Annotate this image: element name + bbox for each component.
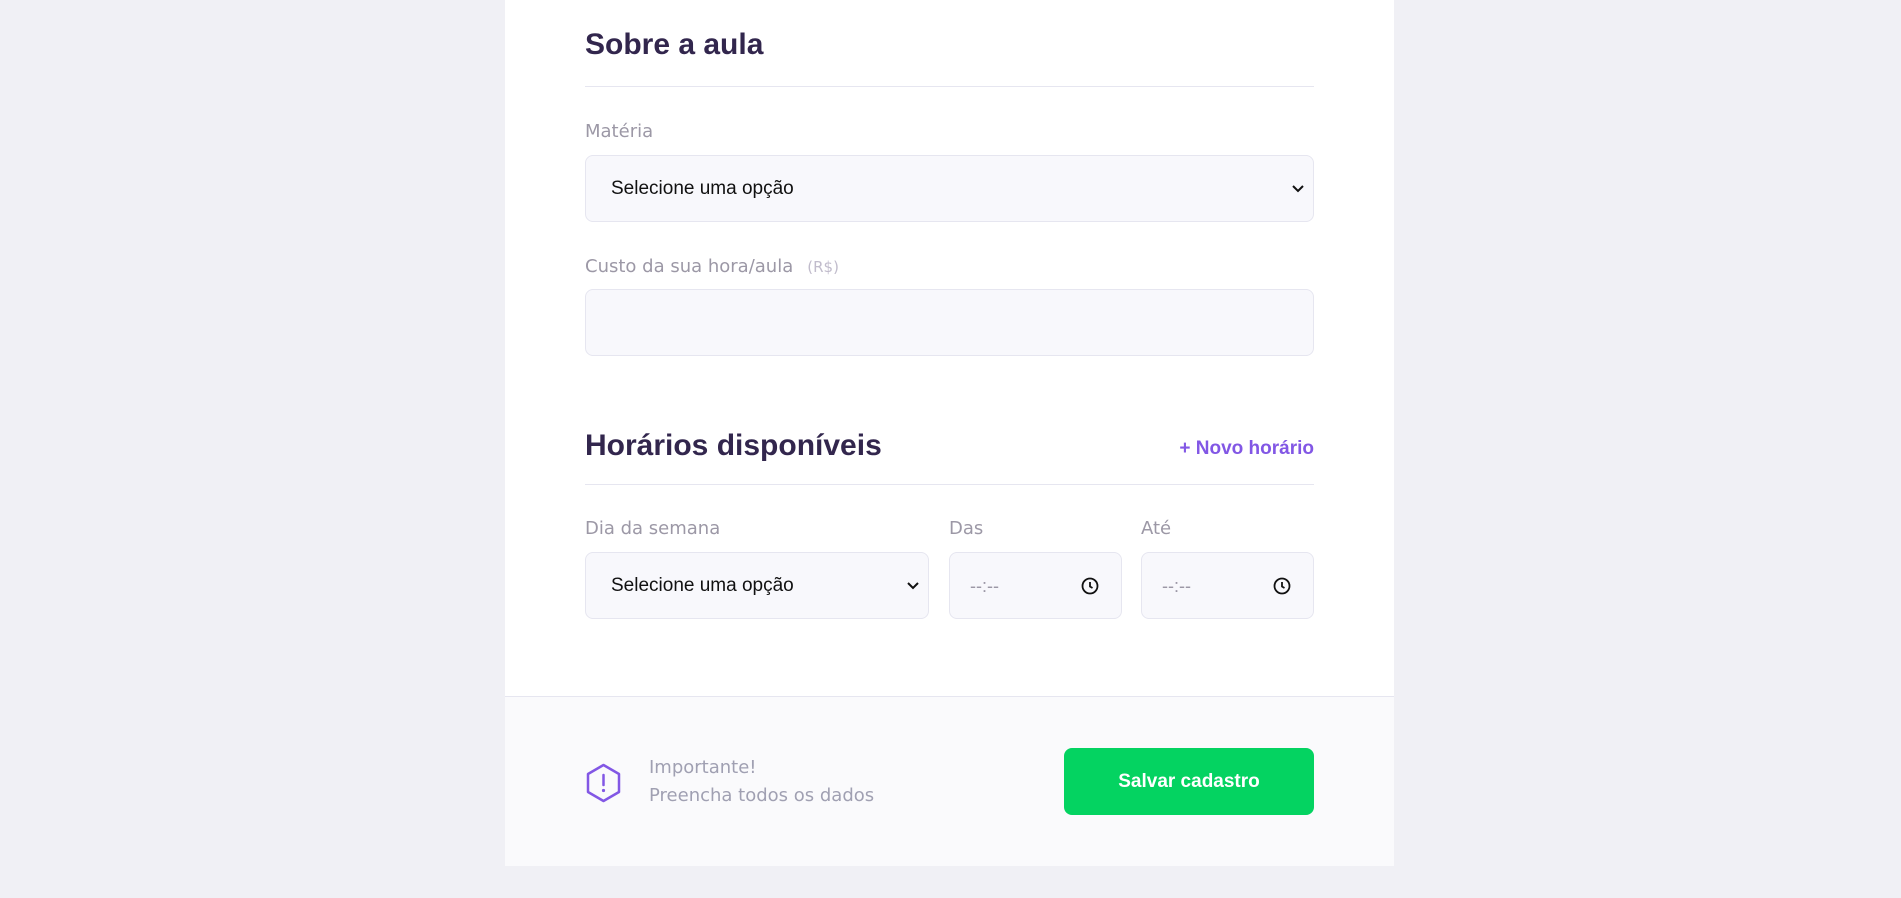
form-card: Sobre a aula Matéria Selecione uma opção… <box>505 0 1394 866</box>
cost-label-text: Custo da sua hora/aula <box>585 256 794 277</box>
weekday-select[interactable]: Selecione uma opção <box>585 552 929 619</box>
from-time-value: --:-- <box>970 576 999 596</box>
chevron-down-icon <box>1292 185 1304 193</box>
notice-title: Importante! <box>649 757 757 778</box>
section-title-about: Sobre a aula <box>585 28 764 61</box>
section-title-schedule: Horários disponíveis <box>585 429 882 462</box>
divider <box>585 484 1314 485</box>
subject-label: Matéria <box>585 121 654 142</box>
from-time-input[interactable]: --:-- <box>949 552 1122 619</box>
to-time-value: --:-- <box>1162 576 1191 596</box>
new-schedule-button[interactable]: + Novo horário <box>1179 438 1314 460</box>
cost-label-hint: (R$) <box>807 258 839 276</box>
cost-label: Custo da sua hora/aula (R$) <box>585 256 839 277</box>
save-button[interactable]: Salvar cadastro <box>1064 748 1314 815</box>
clock-icon[interactable] <box>1081 577 1099 595</box>
weekday-select-value: Selecione uma opção <box>611 575 794 596</box>
to-time-input[interactable]: --:-- <box>1141 552 1314 619</box>
form-footer: Importante! Preencha todos os dados Salv… <box>505 696 1394 866</box>
divider <box>585 86 1314 87</box>
subject-select[interactable]: Selecione uma opção <box>585 155 1314 222</box>
clock-icon[interactable] <box>1273 577 1291 595</box>
to-label: Até <box>1141 518 1172 539</box>
weekday-label: Dia da semana <box>585 518 721 539</box>
cost-input[interactable] <box>585 289 1314 356</box>
from-label: Das <box>949 518 984 539</box>
subject-select-value: Selecione uma opção <box>611 178 794 199</box>
notice-text: Preencha todos os dados <box>649 785 875 806</box>
chevron-down-icon <box>907 582 919 590</box>
warning-hexagon-icon <box>586 763 621 803</box>
